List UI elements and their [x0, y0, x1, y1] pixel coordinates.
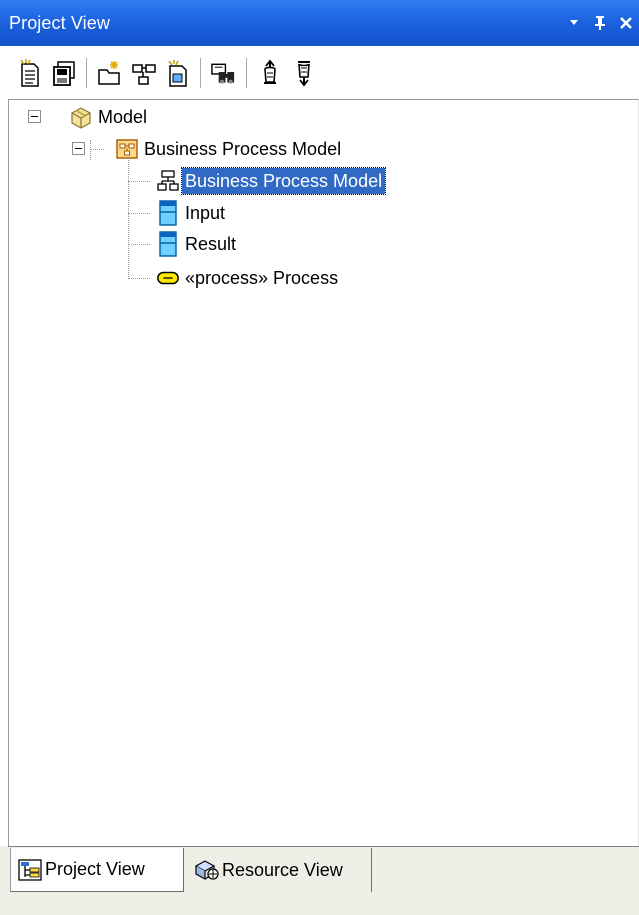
project-tree-icon: [17, 858, 43, 882]
panel-titlebar: Project View: [0, 0, 639, 46]
tree-connector: [128, 160, 129, 279]
move-down-icon[interactable]: [290, 57, 317, 89]
tree-connector: [128, 213, 150, 214]
tree-connector: [128, 278, 150, 279]
move-up-icon[interactable]: [256, 57, 283, 89]
tab-strip: Project View Resource View: [0, 846, 639, 915]
pin-icon[interactable]: [587, 8, 613, 38]
tree-item-label: «process» Process: [185, 268, 339, 288]
tree-connector: [90, 149, 104, 150]
close-icon[interactable]: [613, 8, 639, 38]
tree-item-business-process-diagram[interactable]: Business Process Model: [156, 166, 387, 196]
object-icon: [156, 231, 180, 257]
tree-item-input[interactable]: Input: [156, 198, 228, 228]
tree-item-label: Model: [98, 107, 148, 127]
panel-title: Project View: [9, 12, 110, 33]
tree-connector: [128, 244, 150, 245]
search-binoculars-icon[interactable]: [210, 57, 237, 89]
diagram-icon: [156, 169, 180, 193]
collapse-toggle[interactable]: [28, 110, 41, 123]
tree-item-label: Input: [185, 203, 226, 223]
package-icon: [69, 105, 93, 129]
collapse-toggle[interactable]: [72, 142, 85, 155]
new-document-icon[interactable]: [16, 57, 43, 89]
new-folder-icon[interactable]: [96, 57, 123, 89]
new-diagram-icon[interactable]: [130, 57, 157, 89]
tab-project-view[interactable]: Project View: [10, 848, 184, 892]
tab-label: Project View: [45, 859, 145, 879]
toolbar-separator: [200, 57, 202, 88]
toolbar: [0, 46, 639, 99]
tree-item-model[interactable]: Model: [69, 102, 150, 132]
toolbar-separator: [86, 57, 88, 88]
process-icon: [156, 266, 180, 290]
toolbar-separator: [246, 57, 248, 88]
new-element-icon[interactable]: [164, 57, 191, 89]
dropdown-arrow-icon[interactable]: [561, 8, 587, 38]
tree-item-result[interactable]: Result: [156, 229, 239, 259]
tree-connector: [90, 140, 91, 160]
tree-item-business-process-package[interactable]: Business Process Model: [115, 134, 344, 164]
tree-item-label: Business Process Model: [144, 139, 342, 159]
business-package-icon: [115, 137, 139, 161]
tab-label: Resource View: [222, 859, 343, 880]
object-icon: [156, 200, 180, 226]
tab-resource-view[interactable]: Resource View: [188, 848, 372, 892]
tree-connector: [128, 181, 150, 182]
tree-item-label: Result: [185, 234, 237, 254]
save-icon[interactable]: [50, 57, 77, 89]
tree-item-process[interactable]: «process» Process: [156, 263, 341, 293]
tree-item-label: Business Process Model: [180, 167, 387, 195]
project-tree[interactable]: Model Business Process Model Business Pr…: [8, 99, 639, 846]
resources-icon: [194, 858, 220, 882]
